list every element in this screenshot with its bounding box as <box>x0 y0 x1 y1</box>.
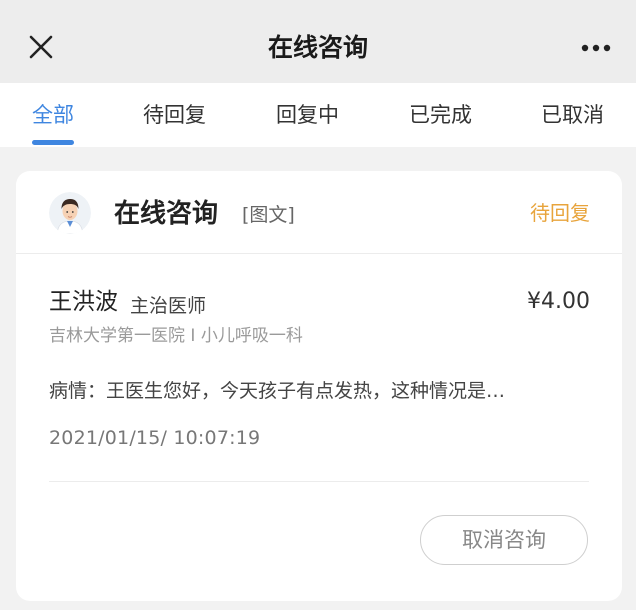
doctor-name: 王洪波 <box>49 289 118 315</box>
status-badge: 待回复 <box>530 201 590 225</box>
tab-replying[interactable]: 回复中 <box>276 101 339 129</box>
tab-completed[interactable]: 已完成 <box>409 101 472 129</box>
symptom-text: 王医生您好，今天孩子有点发热，这种情况是… <box>106 380 506 402</box>
consultation-title: 在线咨询 <box>114 199 219 229</box>
top-bar: 在线咨询 <box>0 0 636 83</box>
card-divider <box>16 253 622 254</box>
tab-bar: 全部 待回复 回复中 已完成 已取消 <box>0 83 636 147</box>
doctor-title: 主治医师 <box>130 295 207 317</box>
page-title: 在线咨询 <box>267 33 368 62</box>
doctor-avatar <box>49 192 91 234</box>
tab-pending[interactable]: 待回复 <box>143 101 206 129</box>
symptom-label: 病情： <box>49 380 107 402</box>
tab-all[interactable]: 全部 <box>32 101 74 129</box>
consultation-card[interactable]: 在线咨询 [图文] 待回复 王洪波 主治医师 ¥4.00 吉林大学第一医院 I … <box>16 171 622 601</box>
hospital-department: 吉林大学第一医院 I 小儿呼吸一科 <box>49 326 303 346</box>
tab-cancelled[interactable]: 已取消 <box>541 101 604 129</box>
consultation-timestamp: 2021/01/15/ 10:07:19 <box>49 427 261 449</box>
consultation-type: [图文] <box>242 204 295 226</box>
card-divider-bottom <box>49 481 589 482</box>
more-icon[interactable] <box>576 30 616 66</box>
active-tab-indicator <box>32 140 74 145</box>
symptom-description: 病情：王医生您好，今天孩子有点发热，这种情况是… <box>49 377 579 405</box>
cancel-consultation-button[interactable]: 取消咨询 <box>420 515 588 565</box>
consultation-price: ¥4.00 <box>527 289 590 314</box>
